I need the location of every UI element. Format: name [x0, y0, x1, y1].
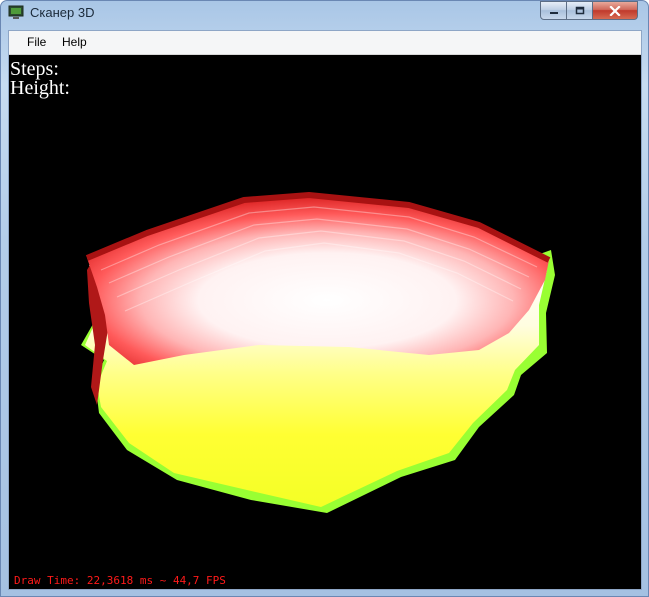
- menu-help[interactable]: Help: [61, 35, 88, 50]
- app-monitor-icon: [8, 5, 24, 19]
- maximize-button[interactable]: [566, 1, 593, 20]
- minimize-button[interactable]: [540, 1, 567, 20]
- height-label: Height:: [10, 77, 70, 99]
- scan-mesh-3d[interactable]: [9, 55, 641, 589]
- app-window: Сканер 3D File Help Steps: Height: Draw …: [0, 0, 649, 597]
- title-bar[interactable]: Сканер 3D: [1, 1, 648, 28]
- menu-bar: File Help: [9, 31, 641, 55]
- minimize-icon: [549, 11, 558, 14]
- maximize-icon: [575, 6, 584, 15]
- menu-file[interactable]: File: [26, 35, 47, 50]
- window-title: Сканер 3D: [30, 5, 95, 20]
- 3d-viewport[interactable]: Steps: Height: Draw Time: 22,3618 ms ~ 4…: [9, 55, 641, 589]
- close-button[interactable]: [592, 1, 638, 20]
- steps-label: Steps:: [10, 58, 59, 80]
- close-icon: [609, 5, 621, 16]
- fps-readout: Draw Time: 22,3618 ms ~ 44,7 FPS: [14, 574, 226, 587]
- client-area: File Help Steps: Height: Draw Time: 22,3…: [8, 30, 642, 590]
